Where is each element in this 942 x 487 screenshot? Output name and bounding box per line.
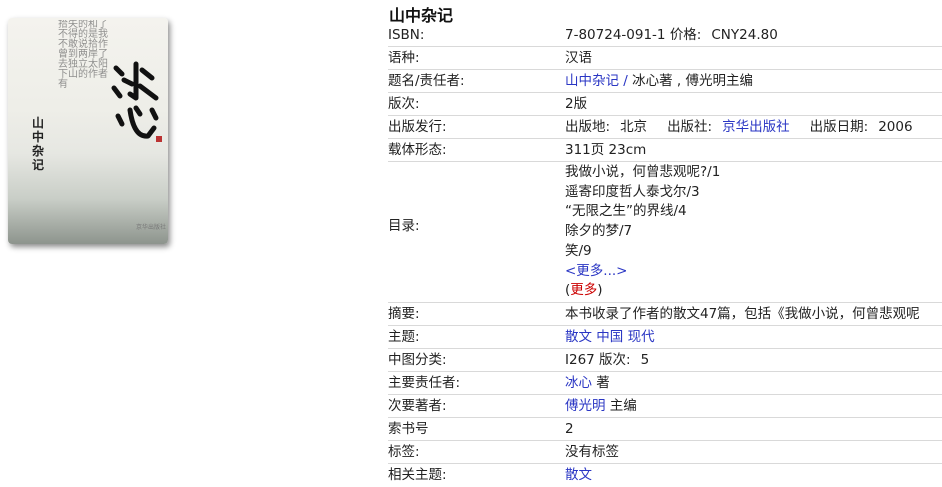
row-tags: 标签: 没有标签 [388,441,942,464]
contents-label: 目录: [388,218,420,234]
call-number-value: 2 [565,420,574,437]
primary-author-link[interactable]: 冰心 [565,375,592,391]
secondary-author-label: 次要著者: [388,397,447,414]
row-isbn: ISBN: 7-80724-091-1 价格: CNY24.80 [388,24,942,47]
classification-value: I267 [565,351,595,368]
contents-item: 笑/9 [565,242,592,259]
publisher-label: 出版社: [667,119,713,135]
primary-author-role: 著 [596,374,610,391]
contents-item: 除夕的梦/7 [565,223,633,240]
cover-publisher-mark: 京华出版社 [136,224,167,231]
call-number-label: 索书号 [388,420,429,437]
contents-more-link[interactable]: <更多...> [565,263,628,279]
subject-label: 主题: [388,328,420,345]
cover-background-text: 拾失的和了不得的是我不敢说拾作曾到两岸了去独立太阳下山的作者有 [58,20,108,90]
row-physical-description: 载体形态: 311页 23cm [388,139,942,162]
row-primary-author: 主要责任者: 冰心 著 [388,372,942,395]
publisher-link[interactable]: 京华出版社 [722,119,790,135]
subject-link[interactable]: 散文 [565,329,592,345]
place-value: 北京 [620,119,648,135]
row-call-number: 索书号 2 [388,418,942,441]
title-responsibility-label: 题名/责任者: [388,73,465,89]
related-subject-link[interactable]: 散文 [565,467,592,483]
primary-author-label: 主要责任者: [388,374,461,391]
tags-value: 没有标签 [565,443,619,460]
date-label: 出版日期: [809,119,869,135]
abstract-label: 摘要: [388,305,420,322]
secondary-author-link[interactable]: 傅光明 [565,398,606,414]
row-edition: 版次: 2版 [388,93,942,116]
language-value: 汉语 [565,50,592,66]
edition-label: 版次: [388,96,420,112]
book-cover-image: 拾失的和了不得的是我不敢说拾作曾到两岸了去独立太阳下山的作者有 山中杂记 京华出… [8,18,168,244]
classification-label: 中图分类: [388,351,447,368]
book-info-table: ISBN: 7-80724-091-1 价格: CNY24.80 语种: 汉语 题… [388,24,942,486]
isbn-value: 7-80724-091-1 [565,27,666,43]
row-publication: 出版发行: 出版地: 北京 出版社: 京华出版社 出版日期: 2006 [388,116,942,139]
row-abstract: 摘要: 本书收录了作者的散文47篇，包括《我做小说，何曾悲观呢 [388,303,942,326]
secondary-author-role: 主编 [609,397,637,414]
book-title: 山中杂记 [389,6,454,25]
row-language: 语种: 汉语 [388,47,942,70]
cover-seal [156,136,162,142]
date-value: 2006 [878,119,913,135]
row-contents: 目录: 我做小说，何曾悲观呢?/1 遥寄印度哲人泰戈尔/3 “无限之生”的界线/… [388,162,942,303]
related-subject-label: 相关主题: [388,466,447,483]
more-button[interactable]: 更多 [570,282,597,298]
cover-vertical-title: 山中杂记 [32,116,45,172]
subject-link[interactable]: 现代 [628,329,655,345]
row-subject: 主题: 散文 中国 现代 [388,326,942,349]
title-link[interactable]: 山中杂记 [565,73,619,89]
title-separator: / [619,73,633,89]
language-label: 语种: [388,50,420,66]
place-label: 出版地: [565,119,611,135]
row-classification: 中图分类: I267 版次: 5 [388,349,942,372]
tags-label: 标签: [388,443,420,460]
price-label: 价格: [669,27,702,43]
abstract-value: 本书收录了作者的散文47篇，包括《我做小说，何曾悲观呢 [565,305,920,322]
classification-edition-label: 版次: [599,351,631,368]
row-related-subject: 相关主题: 散文 [388,464,942,486]
publication-label: 出版发行: [388,119,447,135]
row-secondary-author: 次要著者: 傅光明 主编 [388,395,942,418]
contents-item: “无限之生”的界线/4 [565,203,687,220]
row-title-responsibility: 题名/责任者: 山中杂记 / 冰心著 , 傅光明主编 [388,70,942,93]
isbn-label: ISBN: [388,27,425,43]
title-responsibility-rest: 冰心著 , 傅光明主编 [632,73,754,89]
contents-item: 我做小说，何曾悲观呢?/1 [565,164,721,180]
subject-link[interactable]: 中国 [596,329,623,345]
physical-value: 311页 23cm [565,142,647,158]
classification-edition-value: 5 [640,351,650,368]
contents-item: 遥寄印度哲人泰戈尔/3 [565,183,700,200]
price-value: CNY24.80 [711,27,778,43]
more-close-paren: ) [597,282,603,299]
physical-label: 载体形态: [388,142,447,158]
edition-value: 2版 [565,96,588,112]
